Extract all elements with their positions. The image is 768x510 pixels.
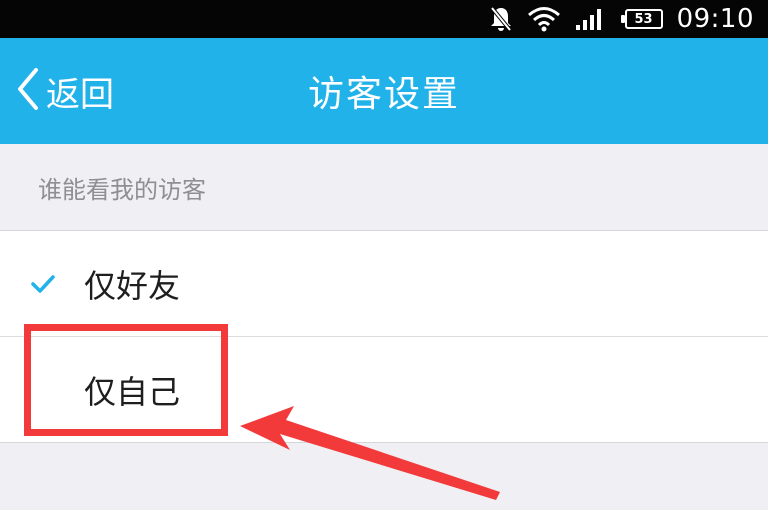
option-label: 仅好友 xyxy=(84,266,181,305)
status-time: 09:10 xyxy=(676,4,754,34)
section-header: 谁能看我的访客 xyxy=(0,144,768,231)
option-friends-only[interactable]: 仅好友 xyxy=(0,231,768,337)
battery-level: 53 xyxy=(634,11,653,27)
page-title: 访客设置 xyxy=(307,74,460,115)
signal-icon xyxy=(575,7,605,31)
battery-icon: 53 xyxy=(620,9,663,29)
checkmark-icon xyxy=(30,231,56,336)
section-header-label: 谁能看我的访客 xyxy=(38,175,206,204)
option-self-only[interactable]: 仅自己 xyxy=(0,337,768,443)
notification-mute-icon xyxy=(489,6,513,32)
option-label: 仅自己 xyxy=(84,372,181,411)
status-bar: 53 09:10 xyxy=(0,0,768,38)
wifi-icon xyxy=(527,6,561,32)
title-bar: 返回 访客设置 xyxy=(0,38,768,144)
status-icons: 53 09:10 xyxy=(489,0,754,38)
